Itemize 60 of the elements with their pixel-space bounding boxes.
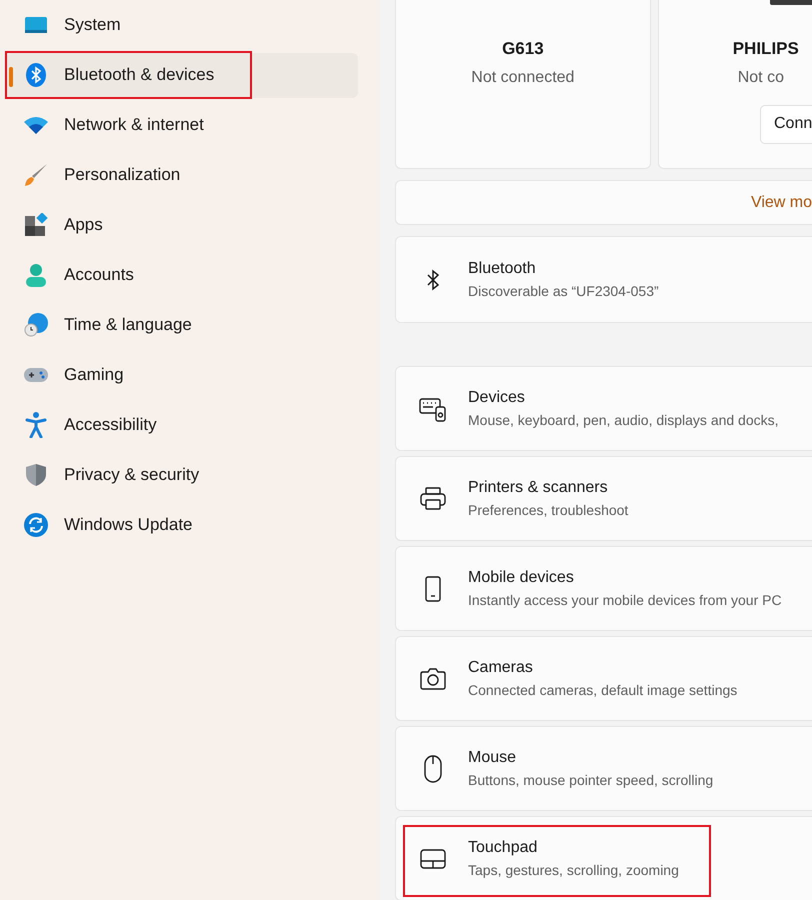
view-more-link[interactable]: View mo [750,190,812,214]
nav-item[interactable]: Privacy & security [6,452,358,498]
connect-button[interactable]: Conn [760,104,812,144]
globe-clock-icon [23,312,49,338]
bluetooth-icon [25,63,47,87]
setting-title: Bluetooth [468,259,537,279]
setting-title: Cameras [468,658,534,678]
setting-description: Instantly access your mobile devices from your PC [468,591,782,610]
setting-title: Devices [468,388,526,408]
setting-description: Discoverable as “UF2304-053” [468,282,659,301]
person-icon [25,263,47,287]
mouse-icon [423,754,443,782]
settings-card[interactable]: Devices Mouse, keyboard, pen, audio, displays and docks, [395,366,812,451]
settings-card[interactable]: Touchpad Taps, gestures, scrolling, zooming [395,816,812,900]
view-more-bar[interactable]: View mo [395,180,812,225]
nav-item[interactable]: Windows Update [6,502,358,548]
gamepad-icon [23,365,49,385]
settings-card[interactable]: Cameras Connected cameras, default image settings [395,636,812,721]
setting-title: Mobile devices [468,568,575,588]
setting-description: Mouse, keyboard, pen, audio, displays and docks, [468,411,779,430]
setting-description: Connected cameras, default image settings [468,681,738,700]
device-status: Not connected [471,68,574,88]
phone-icon [425,576,441,602]
update-icon [24,513,48,537]
selection-indicator [9,66,13,86]
nav-item[interactable]: Bluetooth & devices [6,52,358,98]
nav-item[interactable]: System [6,2,358,48]
device-card[interactable]: PHILIPS Not co Conn [658,0,812,169]
setting-description: Preferences, troubleshoot [468,501,628,520]
shield-icon [25,463,47,487]
settings-card[interactable]: Printers & scanners Preferences, troubleshoot [395,456,812,541]
nav-item[interactable]: Gaming [6,352,358,398]
device-name: PHILIPS [732,38,799,60]
wifi-icon [23,115,49,135]
nav-item[interactable]: Apps [6,202,358,248]
setting-title: Mouse [468,748,518,768]
setting-description: Buttons, mouse pointer speed, scrolling [468,771,714,790]
bluetooth-icon [426,268,440,292]
device-name: G613 [502,38,544,60]
accessibility-icon [25,412,47,438]
nav-item[interactable]: Network & internet [6,102,358,148]
setting-title: Printers & scanners [468,478,609,498]
device-status: Not co [738,68,784,88]
touchpad-icon [420,848,446,868]
setting-title: Touchpad [468,838,538,858]
nav-item[interactable]: Accessibility [6,402,358,448]
monitor-icon [24,15,48,35]
camera-icon [420,666,446,690]
printer-icon [420,486,446,510]
settings-card[interactable]: Mouse Buttons, mouse pointer speed, scrolling [395,726,812,811]
settings-card[interactable]: Mobile devices Instantly access your mobile devices from your PC [395,546,812,631]
paintbrush-icon [23,162,49,188]
keyboard-speaker-icon [419,396,447,422]
device-card[interactable]: G613 Not connected [395,0,651,169]
nav-item[interactable]: Personalization [6,152,358,198]
apps-icon [24,213,48,237]
settings-card[interactable]: Bluetooth Discoverable as “UF2304-053” [395,236,812,323]
nav-item[interactable]: Accounts [6,252,358,298]
setting-description: Taps, gestures, scrolling, zooming [468,861,679,880]
nav-item[interactable]: Time & language [6,302,358,348]
